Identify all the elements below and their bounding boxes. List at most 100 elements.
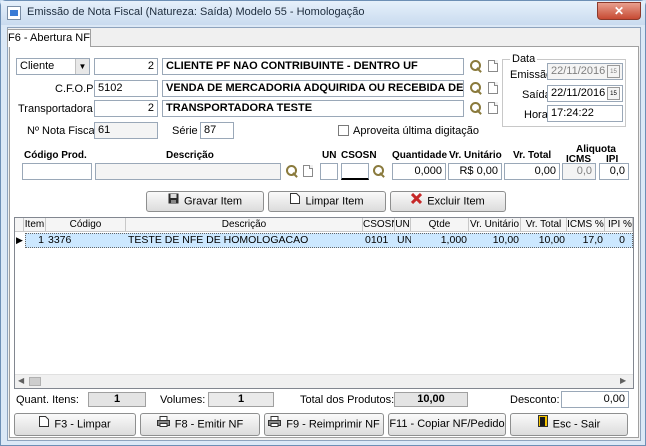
vr-total-header: Vr. Total [513,150,552,161]
delete-x-icon [411,192,423,211]
window: Emissão de Nota Fiscal (Natureza: Saída)… [0,0,646,446]
icms-input: 0,0 [562,163,596,180]
grid-header-ipi[interactable]: IPI % [605,218,633,232]
items-grid[interactable]: Item Código Descrição CSOSN UN Qtde Vr. … [14,217,634,389]
vr-total-input[interactable]: 0,00 [504,163,560,180]
quantidade-header: Quantidade [392,150,448,161]
serie-label: Série [172,125,198,137]
csosn-header: CSOSN [341,150,377,161]
un-input[interactable] [320,163,338,180]
cell-un: UN [397,234,411,246]
nota-fiscal-field: 61 [94,122,158,139]
search-icon[interactable] [470,82,482,94]
desconto-input[interactable]: 0,00 [561,391,629,408]
emissao-date-field: 22/11/2016 15 [547,63,623,80]
descricao-header: Descrição [166,150,214,161]
tab-abertura-nf[interactable]: F6 - Abertura NF [7,29,91,47]
save-icon [168,192,179,211]
grid-header-codigo[interactable]: Código [46,218,126,232]
search-icon[interactable] [286,165,298,177]
volumes-value[interactable]: 1 [208,392,274,407]
excluir-item-button[interactable]: Excluir Item [390,191,506,212]
un-header: UN [322,150,337,161]
esc-sair-label: Esc - Sair [552,418,601,431]
serie-input[interactable]: 87 [200,122,234,139]
document-icon[interactable] [488,102,498,114]
quant-itens-label: Quant. Itens: [16,394,79,406]
search-icon[interactable] [470,60,482,72]
total-produtos-value: 10,00 [394,392,468,407]
document-icon[interactable] [303,165,313,177]
horizontal-scrollbar[interactable]: ◀ ▶ [15,374,633,388]
search-icon[interactable] [373,165,385,177]
quant-itens-value: 1 [88,392,146,407]
grid-header-vr-unitario[interactable]: Vr. Unitário [469,218,521,232]
transportadora-label: Transportadora [18,103,93,115]
cfop-description-field[interactable]: VENDA DE MERCADORIA ADQUIRIDA OU RECEBID… [162,80,464,97]
gravar-item-button[interactable]: Gravar Item [146,191,264,212]
printer-icon [268,414,282,435]
window-title: Emissão de Nota Fiscal (Natureza: Saída)… [27,6,365,18]
calendar-icon[interactable]: 15 [607,87,620,100]
grid-header-un[interactable]: UN [395,218,411,232]
cell-descricao: TESTE DE NFE DE HOMOLOGACAO [128,234,309,246]
cell-item: 1 [38,234,44,246]
f9-reimprimir-nf-button[interactable]: F9 - Reimprimir NF [264,413,384,436]
exit-door-icon [537,414,548,435]
volumes-label: Volumes: [160,394,206,406]
limpar-item-button[interactable]: Limpar Item [268,191,386,212]
cliente-name-field[interactable]: CLIENTE PF NAO CONTRIBUINTE - DENTRO UF [162,58,464,75]
grid-header-csosn[interactable]: CSOSN [363,218,395,232]
document-icon[interactable] [488,60,498,72]
f8-emitir-nf-button[interactable]: F8 - Emitir NF [140,413,260,436]
saida-date-field[interactable]: 22/11/2016 15 [547,85,623,102]
nota-fiscal-label: Nº Nota Fiscal [27,125,98,137]
title-bar: Emissão de Nota Fiscal (Natureza: Saída)… [1,1,645,25]
close-button[interactable]: ✕ [597,2,641,20]
transportadora-name-field[interactable]: TRANSPORTADORA TESTE [162,100,464,117]
hora-label: Hora [524,109,548,121]
gravar-item-label: Gravar Item [183,195,243,208]
codigo-prod-input[interactable] [22,163,92,180]
cell-icms: 17,0 [582,234,603,246]
row-pointer-icon: ▶ [16,235,23,245]
desconto-label: Desconto: [510,394,560,406]
excluir-item-label: Excluir Item [427,195,485,208]
cell-codigo: 3376 [48,234,72,246]
grid-header-vr-total[interactable]: Vr. Total [521,218,567,232]
f3-limpar-button[interactable]: F3 - Limpar [14,413,136,436]
grid-header-descricao[interactable]: Descrição [126,218,363,232]
aproveita-checkbox[interactable] [338,125,349,136]
chevron-down-icon: ▼ [75,59,89,74]
transportadora-code-input[interactable]: 2 [94,100,158,117]
grid-indicator-header [15,218,24,232]
grid-header-qtde[interactable]: Qtde [411,218,469,232]
search-icon[interactable] [470,102,482,114]
cliente-code-input[interactable]: 2 [94,58,158,75]
cliente-type-value: Cliente [20,60,55,72]
data-group-title: Data [510,53,538,65]
total-produtos-label: Total dos Produtos: [300,394,395,406]
document-icon[interactable] [488,82,498,94]
descricao-input[interactable] [95,163,281,180]
cliente-type-select[interactable]: Cliente ▼ [16,58,90,75]
blank-document-icon [290,192,301,211]
saida-date-value: 22/11/2016 [551,87,606,99]
scroll-right-icon[interactable]: ▶ [620,376,626,385]
esc-sair-button[interactable]: Esc - Sair [510,413,628,436]
csosn-input[interactable] [341,163,369,180]
scroll-thumb[interactable] [29,377,41,386]
aproveita-label: Aproveita última digitação [353,125,479,137]
vr-unitario-input[interactable]: R$ 0,00 [448,163,502,180]
cfop-code-input[interactable]: 5102 [94,80,158,97]
ipi-input[interactable]: 0,0 [599,163,629,180]
f9-reimprimir-nf-label: F9 - Reimprimir NF [286,418,380,431]
f11-copiar-nf-button[interactable]: F11 - Copiar NF/Pedido [388,413,506,436]
scroll-left-icon[interactable]: ◀ [18,376,24,385]
cell-vr-unitario: 10,00 [492,234,519,246]
grid-header-item[interactable]: Item [24,218,46,232]
calendar-icon: 15 [607,65,620,78]
hora-field[interactable]: 17:24:22 [547,105,623,122]
grid-header-icms[interactable]: ICMS % [567,218,605,232]
quantidade-input[interactable]: 0,000 [392,163,446,180]
